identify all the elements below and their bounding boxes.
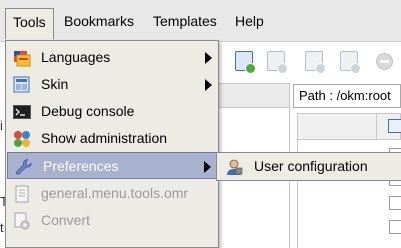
- menu-tools[interactable]: Tools: [5, 8, 54, 39]
- main-menubar: Tools Bookmarks Templates Help: [0, 0, 401, 42]
- add-document-icon[interactable]: [235, 51, 256, 74]
- document-toolbar: [215, 45, 401, 78]
- checkin-document-icon[interactable]: [340, 51, 361, 74]
- menu-item-preferences[interactable]: Preferences: [7, 152, 217, 179]
- checkout-document-icon[interactable]: [305, 51, 326, 74]
- tree-fragment: t: [0, 220, 4, 235]
- menu-item-label: Preferences: [43, 158, 119, 174]
- menu-item-debug-console[interactable]: Debug console: [6, 98, 218, 125]
- grid-columns-icon[interactable]: [388, 119, 401, 133]
- user-config-icon: [225, 158, 243, 176]
- wrench-icon: [15, 158, 33, 176]
- menu-item-convert: Convert: [6, 207, 218, 234]
- menu-help[interactable]: Help: [228, 8, 271, 36]
- console-icon: [13, 103, 31, 121]
- menu-item-show-administration[interactable]: Show administration: [6, 125, 218, 152]
- menu-item-label: Convert: [41, 212, 91, 228]
- cancel-edit-icon[interactable]: [376, 53, 393, 70]
- languages-icon: [13, 49, 31, 67]
- path-bar: Path : /okm:root: [293, 84, 401, 108]
- row-checkbox[interactable]: [389, 196, 401, 210]
- tree-fragment: i: [0, 118, 3, 133]
- submenu-arrow-icon: [205, 52, 212, 64]
- menu-templates[interactable]: Templates: [146, 8, 224, 36]
- edit-document-icon[interactable]: [267, 51, 288, 74]
- menu-item-omr: general.menu.tools.omr: [6, 180, 218, 207]
- tools-dropdown-menu: Languages Skin Debug console Show admini…: [5, 40, 219, 248]
- grid-column-divider: [376, 113, 377, 140]
- submenu-arrow-icon: [204, 161, 211, 173]
- menu-item-label: general.menu.tools.omr: [41, 185, 189, 201]
- row-checkbox[interactable]: [389, 220, 401, 234]
- menu-item-languages[interactable]: Languages: [6, 44, 218, 71]
- menu-bookmarks[interactable]: Bookmarks: [57, 8, 141, 36]
- menu-item-user-configuration[interactable]: User configuration: [217, 153, 401, 180]
- submenu-arrow-icon: [205, 79, 212, 91]
- preferences-submenu: User configuration: [216, 152, 401, 181]
- menu-item-label: Show administration: [41, 130, 168, 146]
- skin-icon: [13, 76, 31, 94]
- omr-icon: [13, 185, 31, 203]
- menu-item-skin[interactable]: Skin: [6, 71, 218, 98]
- menu-item-label: User configuration: [254, 158, 368, 174]
- file-grid-header: [297, 113, 401, 140]
- administration-icon: [13, 130, 31, 148]
- menu-item-label: Languages: [41, 49, 111, 65]
- convert-icon: [13, 212, 31, 230]
- menu-item-label: Skin: [41, 76, 69, 92]
- menu-item-label: Debug console: [41, 103, 135, 119]
